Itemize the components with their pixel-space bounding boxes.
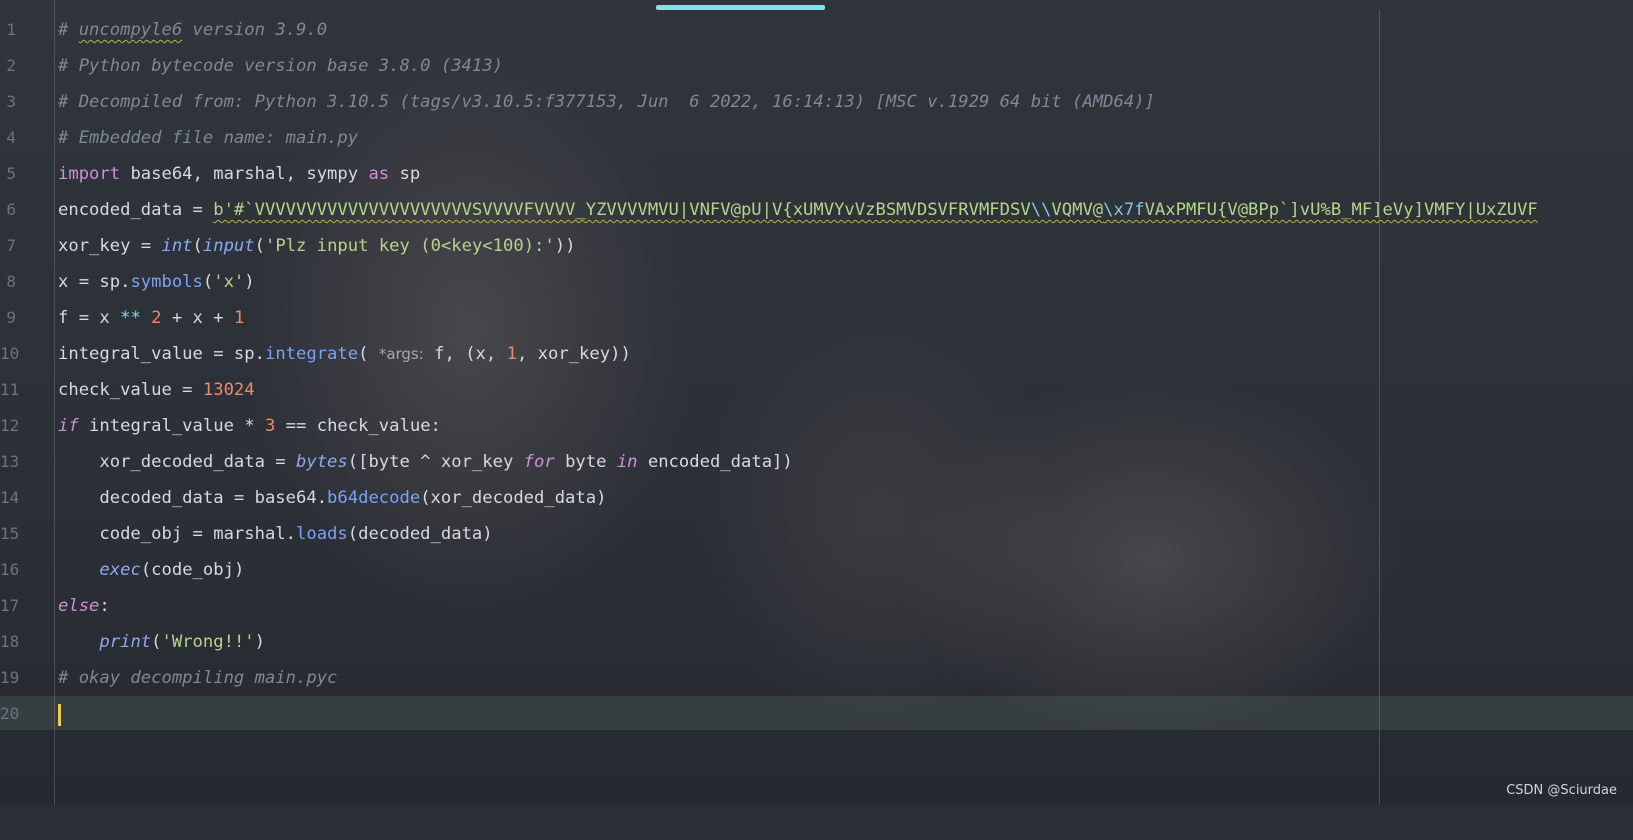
method-name: b64decode: [327, 488, 421, 508]
number-literal: 1: [506, 344, 517, 364]
scroll-indicator[interactable]: [656, 5, 825, 10]
identifier: code_obj = marshal.: [58, 524, 296, 544]
code-line[interactable]: 7 xor_key = int(input('Plz input key (0<…: [0, 228, 1633, 264]
line-number: 15: [0, 524, 20, 543]
code-line[interactable]: 18 print('Wrong!!'): [0, 624, 1633, 660]
escape-sequence: \x7f: [1103, 200, 1145, 220]
method-name: integrate: [264, 344, 359, 364]
line-number: 17: [0, 596, 20, 615]
bytes-literal: b'#`VVVVVVVVVVVVVVVVVVVVVSVVVVFVVVV_YZVV…: [213, 200, 1031, 220]
code-line[interactable]: 17 else:: [0, 588, 1633, 624]
code-line[interactable]: 4 # Embedded file name: main.py: [0, 120, 1633, 156]
builtin: input: [202, 236, 255, 256]
line-number: 4: [6, 128, 16, 147]
parameter-hint: *args:: [378, 345, 424, 363]
code-line[interactable]: 5 import base64, marshal, sympy as sp: [0, 156, 1633, 192]
keyword: in: [616, 452, 638, 472]
identifier: check_value =: [58, 380, 203, 400]
watermark: CSDN @Sciurdae: [1506, 783, 1617, 798]
builtin: bytes: [296, 452, 348, 472]
code-line[interactable]: 2 # Python bytecode version base 3.8.0 (…: [0, 48, 1633, 84]
string-literal: 'Wrong!!': [161, 632, 255, 652]
identifier: x = sp.: [58, 272, 131, 292]
comment: # Embedded file name: main.py: [58, 128, 359, 148]
code-line[interactable]: 9 f = x ** 2 + x + 1: [0, 300, 1633, 336]
string-literal: 'Plz input key (0<key<100):': [265, 236, 555, 256]
line-number: 13: [0, 452, 20, 471]
number-literal: 13024: [202, 380, 255, 400]
identifier: xor_key =: [58, 236, 162, 256]
line-number: 20: [0, 704, 20, 723]
code-line[interactable]: 11 check_value = 13024: [0, 372, 1633, 408]
line-number: 19: [0, 668, 20, 687]
line-number: 9: [6, 308, 16, 327]
comment: # Decompiled from: Python 3.10.5 (tags/v…: [58, 92, 1155, 112]
expression: f = x ** 2 + x + 1: [58, 308, 245, 328]
builtin: int: [161, 236, 193, 256]
code-line[interactable]: 15 code_obj = marshal.loads(decoded_data…: [0, 516, 1633, 552]
line-number: 3: [6, 92, 16, 111]
string-literal: 'x': [213, 272, 245, 292]
keyword: as: [368, 164, 390, 184]
line-number: 1: [6, 20, 16, 39]
code-editor[interactable]: 1 # uncompyle6 version 3.9.0 2 # Python …: [0, 12, 1633, 732]
code-line[interactable]: 16 exec(code_obj): [0, 552, 1633, 588]
code-line[interactable]: 3 # Decompiled from: Python 3.10.5 (tags…: [0, 84, 1633, 120]
line-number: 12: [0, 416, 20, 435]
identifier: xor_decoded_data =: [58, 452, 296, 472]
code-line[interactable]: 6 encoded_data = b'#`VVVVVVVVVVVVVVVVVVV…: [0, 192, 1633, 228]
code-line[interactable]: 13 xor_decoded_data = bytes([byte ^ xor_…: [0, 444, 1633, 480]
identifier: integral_value = sp.: [58, 344, 265, 364]
text-cursor: [58, 704, 61, 726]
comment: # uncompyle6 version 3.9.0: [58, 20, 328, 40]
keyword: for: [523, 452, 555, 472]
line-number: 8: [6, 272, 16, 291]
code-line[interactable]: 19 # okay decompiling main.pyc: [0, 660, 1633, 696]
keyword: else: [58, 596, 100, 616]
bytes-literal: VAxPMFU{V@BPp`]vU%B_MF]eVy]VMFY|UxZUVF: [1144, 200, 1538, 220]
code-line[interactable]: 8 x = sp.symbols('x'): [0, 264, 1633, 300]
line-number: 5: [6, 164, 16, 183]
identifier: sp: [389, 164, 421, 184]
module-list: base64, marshal, sympy: [120, 164, 369, 184]
code-line[interactable]: 12 if integral_value * 3 == check_value:: [0, 408, 1633, 444]
code-line[interactable]: 14 decoded_data = base64.b64decode(xor_d…: [0, 480, 1633, 516]
number-literal: 3: [264, 416, 276, 436]
keyword: if: [58, 416, 79, 436]
keyword: import: [58, 164, 121, 184]
escape-sequence: \\: [1030, 200, 1052, 220]
line-number: 16: [0, 560, 20, 579]
code-line[interactable]: 1 # uncompyle6 version 3.9.0: [0, 12, 1633, 48]
method-name: loads: [296, 524, 348, 544]
line-number: 18: [0, 632, 20, 651]
line-number: 11: [0, 380, 20, 399]
builtin: print: [99, 632, 152, 652]
code-line[interactable]: 10 integral_value = sp.integrate( *args:…: [0, 336, 1633, 372]
line-number: 6: [6, 200, 16, 219]
identifier: decoded_data = base64.: [58, 488, 328, 508]
comment: # Python bytecode version base 3.8.0 (34…: [58, 56, 503, 76]
bytes-literal: VQMV@: [1051, 200, 1104, 220]
method-name: symbols: [130, 272, 203, 292]
line-number: 14: [0, 488, 20, 507]
comment: # okay decompiling main.pyc: [58, 668, 338, 688]
identifier: encoded_data =: [58, 200, 214, 220]
line-number: 2: [6, 56, 16, 75]
line-number: 7: [6, 236, 16, 255]
line-number: 10: [0, 344, 20, 363]
code-line[interactable]: 20: [0, 696, 1633, 732]
builtin: exec: [99, 560, 141, 580]
